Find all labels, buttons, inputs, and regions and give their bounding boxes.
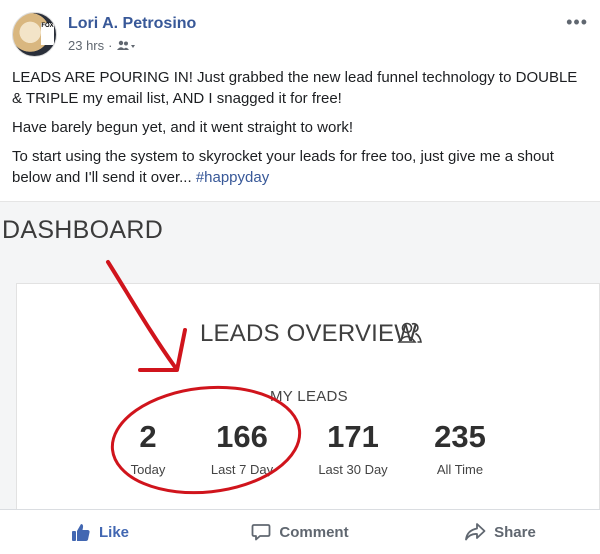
post-action-bar: Like Comment Share bbox=[0, 509, 600, 554]
hashtag-link[interactable]: #happyday bbox=[196, 169, 269, 186]
comment-icon bbox=[252, 524, 271, 541]
like-label: Like bbox=[98, 523, 129, 541]
stat-value: 171 bbox=[327, 419, 379, 454]
post-time[interactable]: 23 hrs bbox=[68, 38, 104, 53]
post-text: LEADS ARE POURING IN! Just grabbed the n… bbox=[12, 67, 588, 196]
stat-value: 235 bbox=[434, 419, 486, 454]
thumbs-up-icon bbox=[71, 524, 90, 541]
post-paragraph: Have barely begun yet, and it went strai… bbox=[12, 119, 354, 136]
leads-overview-title: LEADS OVERVIEW bbox=[200, 320, 418, 347]
share-label: Share bbox=[494, 523, 536, 541]
post-header: FOX Lori A. Petrosino 23 hrs · ••• bbox=[0, 0, 600, 66]
post-paragraph: LEADS ARE POURING IN! Just grabbed the n… bbox=[12, 69, 578, 107]
author-avatar[interactable]: FOX bbox=[12, 12, 57, 57]
post-paragraph: To start using the system to skyrocket y… bbox=[12, 148, 554, 186]
news-badge: FOX bbox=[41, 23, 54, 45]
stat-value: 166 bbox=[216, 419, 268, 454]
dashboard-title: DASHBOARD bbox=[2, 216, 164, 244]
audience-icon[interactable] bbox=[116, 40, 136, 52]
more-options-icon[interactable]: ••• bbox=[566, 12, 588, 33]
stat-label: Today bbox=[130, 462, 166, 477]
users-icon bbox=[397, 322, 422, 343]
stat-label: Last 7 Day bbox=[210, 462, 274, 477]
stat-all-time: 235 All Time bbox=[424, 419, 496, 478]
my-leads-label: MY LEADS bbox=[270, 388, 348, 405]
meta-separator: · bbox=[108, 38, 113, 53]
stat-last-30-days: 171 Last 30 Day bbox=[312, 419, 394, 478]
stat-label: Last 30 Day bbox=[318, 462, 388, 477]
comment-button[interactable]: Comment bbox=[200, 510, 400, 554]
stat-last-7-days: 166 Last 7 Day bbox=[204, 419, 280, 478]
author-name[interactable]: Lori A. Petrosino bbox=[68, 15, 196, 33]
stat-label: All Time bbox=[436, 462, 484, 477]
like-button[interactable]: Like bbox=[0, 510, 200, 554]
shared-image[interactable]: DASHBOARD LEADS OVERVIEW MY LEADS 2 Toda… bbox=[0, 201, 600, 509]
stat-today: 2 Today bbox=[122, 419, 174, 478]
comment-label: Comment bbox=[279, 523, 349, 541]
post-meta: 23 hrs · bbox=[68, 38, 136, 53]
stat-value: 2 bbox=[139, 419, 157, 454]
share-icon bbox=[465, 523, 486, 541]
share-button[interactable]: Share bbox=[400, 510, 600, 554]
